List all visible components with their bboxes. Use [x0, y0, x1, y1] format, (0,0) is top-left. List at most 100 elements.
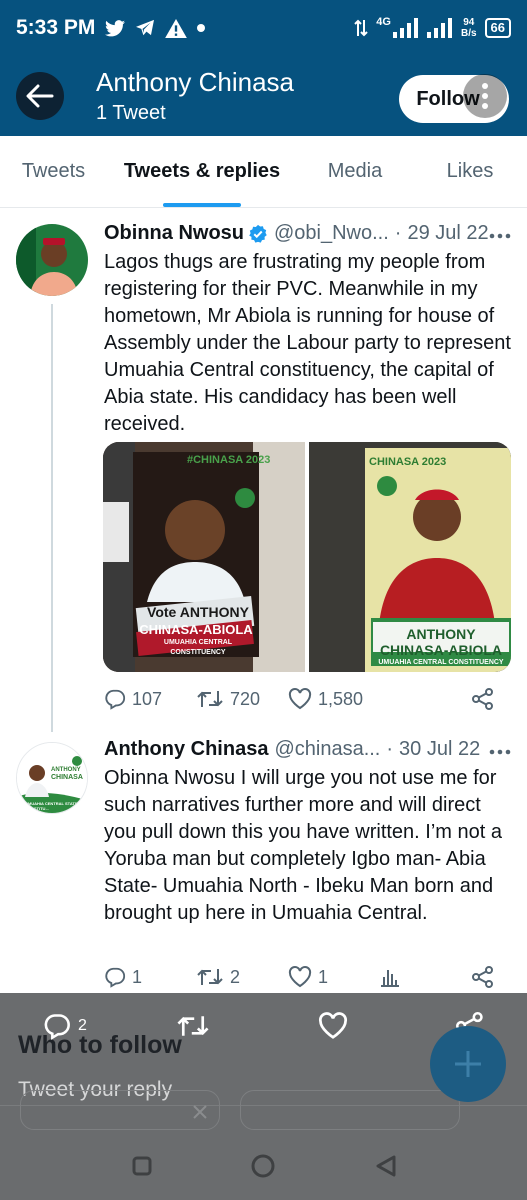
like-count: 1: [318, 966, 329, 987]
status-time: 5:33 PM: [16, 16, 96, 39]
avatar[interactable]: [16, 224, 88, 296]
profile-header: Anthony Chinasa 1 Tweet Follow: [0, 56, 527, 136]
tweet-text: Lagos thugs are frustrating my people fr…: [104, 251, 511, 435]
reply-count: 2: [78, 1017, 87, 1034]
more-options-icon[interactable]: [463, 74, 507, 118]
wifi-signal-icon: [426, 18, 453, 38]
system-nav-bar: [0, 1130, 527, 1200]
retweet-icon: [177, 1016, 209, 1036]
tweet-actions: 107 720 1,580: [104, 686, 496, 712]
tweet-actions: 1 2 1: [104, 964, 496, 990]
like-button[interactable]: [318, 1012, 348, 1040]
net-speed-value: 94: [463, 17, 475, 28]
net-speed: 94 B/s: [461, 17, 477, 39]
tab-tweets[interactable]: Tweets: [0, 136, 107, 207]
retweet-button[interactable]: 720: [196, 688, 260, 710]
reply-icon: [105, 689, 126, 710]
network-type: 4G: [376, 16, 391, 28]
home-icon: [251, 1154, 275, 1178]
reply-button[interactable]: 2: [42, 1012, 87, 1040]
campaign-poster-image[interactable]: #CHINASA 2023 Vote ANTHONY CHINASA-ABIOL…: [103, 442, 305, 672]
like-icon: [288, 688, 312, 710]
tab-tweets-label: Tweets: [21, 160, 86, 182]
reply-button[interactable]: 1: [104, 966, 142, 988]
share-icon: [472, 966, 493, 988]
signal-icon: [392, 18, 419, 38]
tab-likes[interactable]: Likes: [413, 136, 527, 207]
plus-icon: [455, 1051, 481, 1077]
avatar-text-line1: ANTHONY: [51, 767, 81, 773]
like-icon: [318, 1012, 348, 1039]
tweet-date[interactable]: 29 Jul 22: [407, 222, 488, 245]
poster-caption-line1: Vote ANTHONY: [147, 604, 249, 620]
tab-tweets-and-replies-label: Tweets & replies: [123, 160, 281, 182]
compose-tweet-button[interactable]: [430, 1026, 506, 1102]
retweet-count: 2: [230, 966, 241, 987]
like-button[interactable]: 1: [288, 966, 328, 988]
close-icon[interactable]: [193, 1105, 207, 1119]
tweet-more-icon[interactable]: [489, 738, 511, 761]
reply-icon: [105, 967, 126, 988]
like-button[interactable]: 1,580: [288, 688, 363, 710]
tweet-date[interactable]: 30 Jul 22: [399, 738, 480, 761]
data-arrows-icon: [354, 19, 368, 37]
reply-button[interactable]: 107: [104, 688, 162, 710]
home-button[interactable]: [243, 1146, 283, 1186]
reply-icon: [44, 1014, 70, 1040]
profile-name: Anthony Chinasa: [96, 67, 295, 97]
tweet-more-icon[interactable]: [489, 222, 511, 245]
battery-level: 66: [490, 20, 505, 35]
handle[interactable]: @chinasa...: [274, 738, 380, 761]
retweet-icon: [197, 969, 223, 985]
tab-tweets-and-replies[interactable]: Tweets & replies: [107, 136, 297, 207]
tab-media-label: Media: [327, 160, 383, 182]
analytics-button[interactable]: [380, 967, 400, 987]
avatar-text-line2: CHINASA: [51, 774, 83, 781]
dot-icon: [197, 24, 206, 32]
alert-icon: [165, 18, 188, 38]
share-button[interactable]: [472, 688, 494, 710]
poster-caption-line2: CHINASA-ABIOLA: [379, 642, 503, 658]
display-name[interactable]: Anthony Chinasa: [104, 738, 268, 761]
poster-tag: #CHINASA 2023: [187, 454, 271, 466]
back-triangle-icon: [376, 1155, 396, 1177]
suggestion-card[interactable]: [20, 1090, 220, 1130]
separator-dot: ·: [386, 738, 394, 760]
poster-caption-line3: UMUAHIA CENTRAL CONSTITUENCY: [163, 639, 233, 656]
back-arrow-icon: [26, 84, 54, 108]
recent-apps-button[interactable]: [122, 1146, 162, 1186]
tweet[interactable]: ANTHONY CHINASA UMUAHIA CENTRAL STATE CO…: [0, 732, 527, 994]
tweet-text: Obinna Nwosu I will urge you not use me …: [104, 767, 502, 924]
back-button[interactable]: [16, 72, 64, 120]
recent-apps-icon: [132, 1156, 152, 1176]
retweet-button[interactable]: 2: [196, 966, 240, 988]
share-button[interactable]: [472, 966, 494, 988]
avatar[interactable]: ANTHONY CHINASA UMUAHIA CENTRAL STATE CO…: [16, 742, 88, 814]
reply-count: 107: [132, 688, 163, 709]
tab-likes-label: Likes: [446, 160, 494, 182]
poster-caption-line3: UMUAHIA CENTRAL CONSTITUENCY: [378, 659, 504, 666]
avatar-text-line3: UMUAHIA CENTRAL STATE CONSTITU...: [25, 801, 78, 811]
retweet-icon: [197, 691, 223, 707]
poster-tag: CHINASA 2023: [369, 456, 447, 468]
poster-caption-line2: CHINASA-ABIOLA: [139, 622, 253, 637]
retweet-button[interactable]: [176, 1012, 210, 1040]
back-nav-button[interactable]: [366, 1146, 406, 1186]
tweet-count: 1 Tweet: [96, 102, 166, 124]
tweet[interactable]: Obinna Nwosu @obi_Nwo... · 29 Jul 22 Lag…: [0, 208, 527, 732]
profile-tabs: Tweets Tweets & replies Media Likes: [0, 136, 527, 208]
tab-media[interactable]: Media: [297, 136, 413, 207]
net-speed-unit: B/s: [460, 28, 477, 39]
verified-badge-icon: [248, 224, 268, 244]
battery-icon: 66: [484, 18, 511, 38]
like-icon: [288, 966, 312, 988]
reply-count: 1: [132, 966, 143, 987]
display-name[interactable]: Obinna Nwosu: [104, 222, 244, 245]
like-count: 1,580: [318, 688, 364, 709]
analytics-icon: [381, 970, 399, 987]
handle[interactable]: @obi_Nwo...: [274, 222, 389, 245]
suggestion-card[interactable]: [240, 1090, 460, 1130]
tweet-media[interactable]: #CHINASA 2023 Vote ANTHONY CHINASA-ABIOL…: [103, 442, 511, 672]
telegram-icon: [135, 19, 155, 37]
campaign-poster-image[interactable]: CHINASA 2023 ANTHONY CHINASA-ABIOLA UMUA…: [309, 442, 511, 672]
